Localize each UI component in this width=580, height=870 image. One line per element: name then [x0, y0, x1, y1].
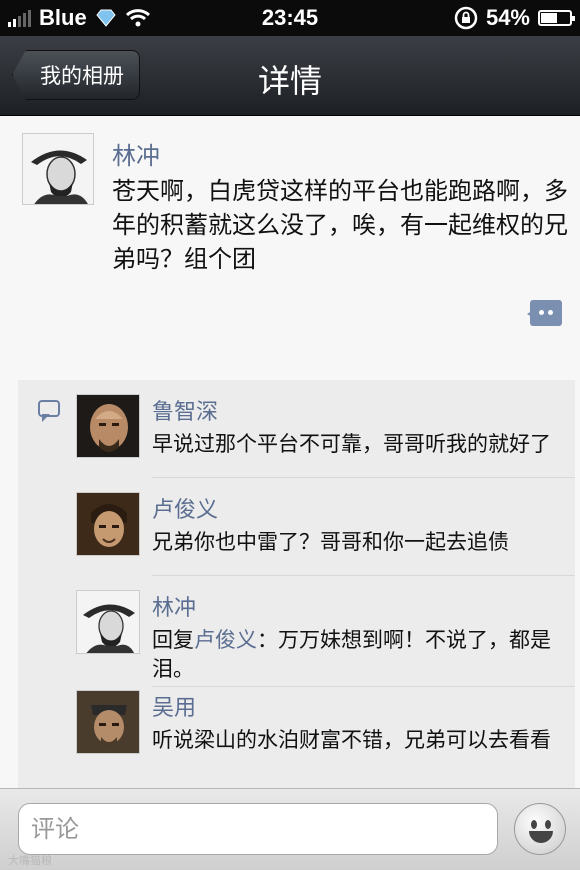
emoji-icon[interactable] [514, 803, 566, 855]
comment-text: 兄弟你也中雷了？哥哥和你一起去追债 [152, 530, 509, 554]
post-text: 苍天啊，白虎贷这样的平台也能跑路啊，多年的积蓄就这么没了，唉，有一起维权的兄弟吗… [112, 177, 568, 273]
comment-bubble-icon [38, 400, 60, 422]
avatar-portrait [77, 691, 139, 753]
comment-text: 回复卢俊义：万万妹想到啊！不说了，都是泪。 [152, 626, 572, 684]
comment-input[interactable] [18, 803, 498, 855]
commenter-name[interactable]: 卢俊义 [152, 492, 218, 524]
comment-text: 听说梁山的水泊财富不错，兄弟可以去看看 [152, 728, 551, 752]
comment-menu-icon[interactable] [527, 300, 562, 326]
commenter-name[interactable]: 林冲 [152, 590, 196, 622]
post: 林冲 苍天啊，白虎贷这样的平台也能跑路啊，多年的积蓄就这么没了，唉，有一起维权的… [0, 116, 580, 371]
commenter-avatar[interactable] [76, 590, 140, 654]
page-title: 详情 [257, 62, 322, 100]
reply-prefix: 回复 [152, 628, 194, 652]
battery-percent: 54% [485, 5, 530, 30]
reply-to-name[interactable]: 卢俊义 [194, 628, 257, 652]
commenter-avatar[interactable] [76, 394, 140, 458]
comment-divider [152, 477, 575, 478]
watermark: 大嘴猫粮 [8, 854, 52, 867]
rotation-lock-icon [454, 6, 478, 30]
comment-divider [152, 686, 575, 687]
navigation-bar: 我的相册 详情 [0, 36, 580, 116]
comment-text: 早说过那个平台不可靠，哥哥听我的就好了 [152, 432, 551, 456]
commenter-name[interactable]: 鲁智深 [152, 394, 218, 426]
battery-icon [538, 10, 575, 26]
avatar-portrait [77, 493, 139, 555]
comments-section: 鲁智深 早说过那个平台不可靠，哥哥听我的就好了 卢俊义 兄弟你也中雷了？哥哥和你… [18, 380, 575, 788]
comment-divider [152, 575, 575, 576]
status-bar: Blue 23:45 54% [0, 0, 580, 36]
commenter-avatar[interactable] [76, 690, 140, 754]
commenter-name[interactable]: 吴用 [152, 690, 196, 722]
author-avatar[interactable] [22, 133, 94, 205]
commenter-avatar[interactable] [76, 492, 140, 556]
post-author-name[interactable]: 林冲 [112, 136, 160, 171]
status-right: 54% [454, 5, 575, 31]
avatar-portrait [77, 591, 139, 653]
avatar-portrait [77, 395, 139, 457]
avatar-portrait [23, 134, 93, 204]
comment-input-bar [0, 788, 580, 870]
